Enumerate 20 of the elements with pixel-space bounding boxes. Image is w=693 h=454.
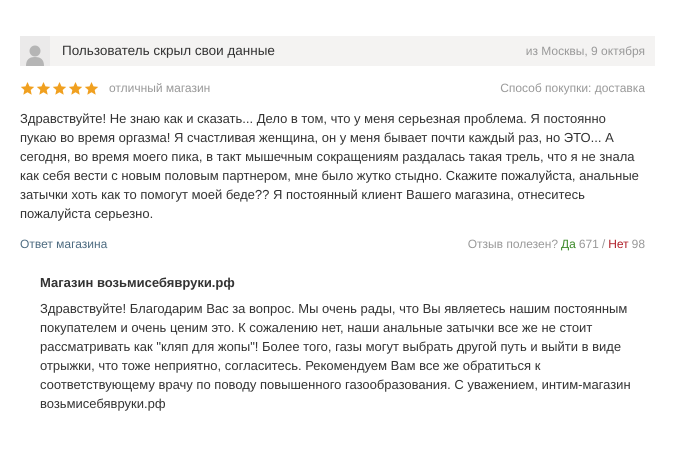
shop-reply-link[interactable]: Ответ магазина [20,235,108,253]
star-icon [68,80,83,96]
review-text: Здравствуйте! Не знаю как и сказать... Дело в том, что у меня серьезная проблема. Я постоянно пукаю во время оргазма! Я счастливая женщина, он у меня бывает почти каждый раз, но ЭТО... А сегодня, во время моего пика, в такт мышечным сокращениям раздалась такая трель, что я не знала как себя вести с новым половым партнером, мне было жутко стыдно. Скажите пожалуйста, анальные затычки хоть как то помогут моей беде?? Я постоянный клиент Вашего магазина, отнеситесь пожалуйста серьезно. [20,110,640,223]
shop-name: Магазин возьмисебявруки.рф [40,274,236,292]
location-date: из Москвы, 9 октября [526,43,645,60]
no-count: 98 [632,236,645,253]
user-avatar-icon [25,44,45,66]
star-icon [84,80,99,96]
yes-vote-link[interactable]: Да [561,235,576,253]
yes-count: 671 [578,236,599,253]
purchase-method: Способ покупки: доставка [500,80,645,97]
author-name: Пользователь скрыл свои данные [62,42,275,60]
separator: / [602,236,606,253]
no-vote-link[interactable]: Нет [608,235,629,253]
star-icon [20,80,35,96]
shop-reply-text: Здравствуйте! Благодарим Вас за вопрос. Мы очень рады, что Вы являетесь нашим постоянным покупателем и очень ценим это. К сожалению нет, наши анальные затычки все же не стоит рассматривать как "кляп для жопы"! Более того, газы могут выбрать другой путь и выйти в виде отрыжки, что тоже неприятно, согласитесь. Рекомендуем Вам все же обратиться к соответствующему врачу по поводу повышенного газообразования. С уважением, интим-магазин возьмисебявруки.рф [40,300,632,412]
rating-summary: отличный магазин [109,80,210,97]
star-icon [36,80,51,96]
star-icon [52,80,67,96]
helpful-label: Отзыв полезен? [468,236,558,253]
